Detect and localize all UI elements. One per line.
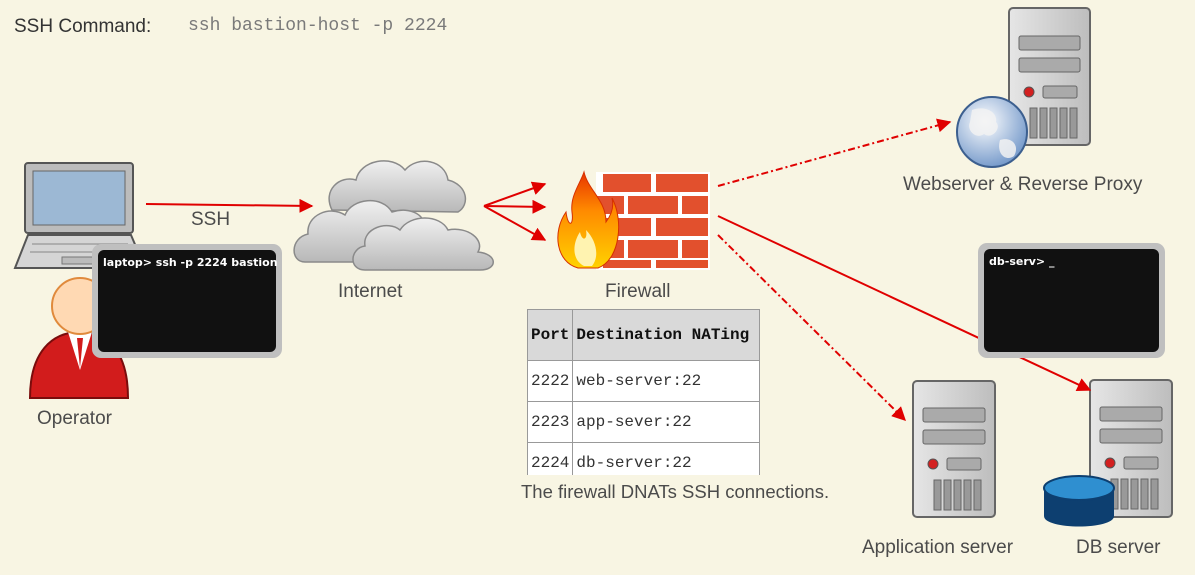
db-terminal: db-serv> _ xyxy=(978,243,1165,358)
edge-label-ssh: SSH xyxy=(191,209,231,230)
table-row: 2223 app-sever:22 xyxy=(526,401,761,443)
db-terminal-text: db-serv> _ xyxy=(984,249,1159,352)
nat-cell-port: 2222 xyxy=(526,360,574,402)
firewall-icon xyxy=(557,170,710,270)
app-server-tower-icon xyxy=(912,380,996,518)
database-cylinder-icon xyxy=(1043,475,1115,527)
nat-table: Port Destination NATing 2222 web-server:… xyxy=(526,309,761,475)
laptop-terminal-text: laptop> ssh -p 2224 bastion xyxy=(98,250,278,352)
node-label-internet: Internet xyxy=(338,281,403,302)
caption: The firewall DNATs SSH connections. xyxy=(521,481,830,502)
nat-cell-destination: db-server:22 xyxy=(572,442,761,475)
node-label-app-server: Application server xyxy=(862,537,1014,558)
table-row: 2224 db-server:22 xyxy=(526,442,761,475)
nat-table-container: Port Destination NATing 2222 web-server:… xyxy=(520,300,780,475)
edge-internet-firewall-1 xyxy=(483,181,547,207)
nat-cell-destination: app-sever:22 xyxy=(572,401,761,443)
ssh-command-text: ssh bastion-host -p 2224 xyxy=(188,16,448,36)
node-label-operator: Operator xyxy=(37,408,112,429)
globe-icon xyxy=(956,96,1028,168)
edge-internet-firewall-2 xyxy=(483,199,547,214)
nat-header-port: Port xyxy=(526,309,574,361)
node-label-webserver: Webserver & Reverse Proxy xyxy=(903,174,1143,195)
nat-cell-port: 2223 xyxy=(526,401,574,443)
nat-cell-port: 2224 xyxy=(526,442,574,475)
node-label-db-server: DB server xyxy=(1076,537,1161,558)
cloud-icon xyxy=(293,160,494,271)
table-row: 2222 web-server:22 xyxy=(526,360,761,402)
edge-laptop-internet xyxy=(145,198,314,213)
nat-table-header: Port Destination NATing xyxy=(526,309,761,361)
edge-internet-firewall-3 xyxy=(483,205,547,241)
nat-header-destination: Destination NATing xyxy=(572,309,761,361)
nat-cell-destination: web-server:22 xyxy=(572,360,761,402)
laptop-terminal: laptop> ssh -p 2224 bastion xyxy=(92,244,282,358)
ssh-command-title: SSH Command: xyxy=(14,16,152,37)
